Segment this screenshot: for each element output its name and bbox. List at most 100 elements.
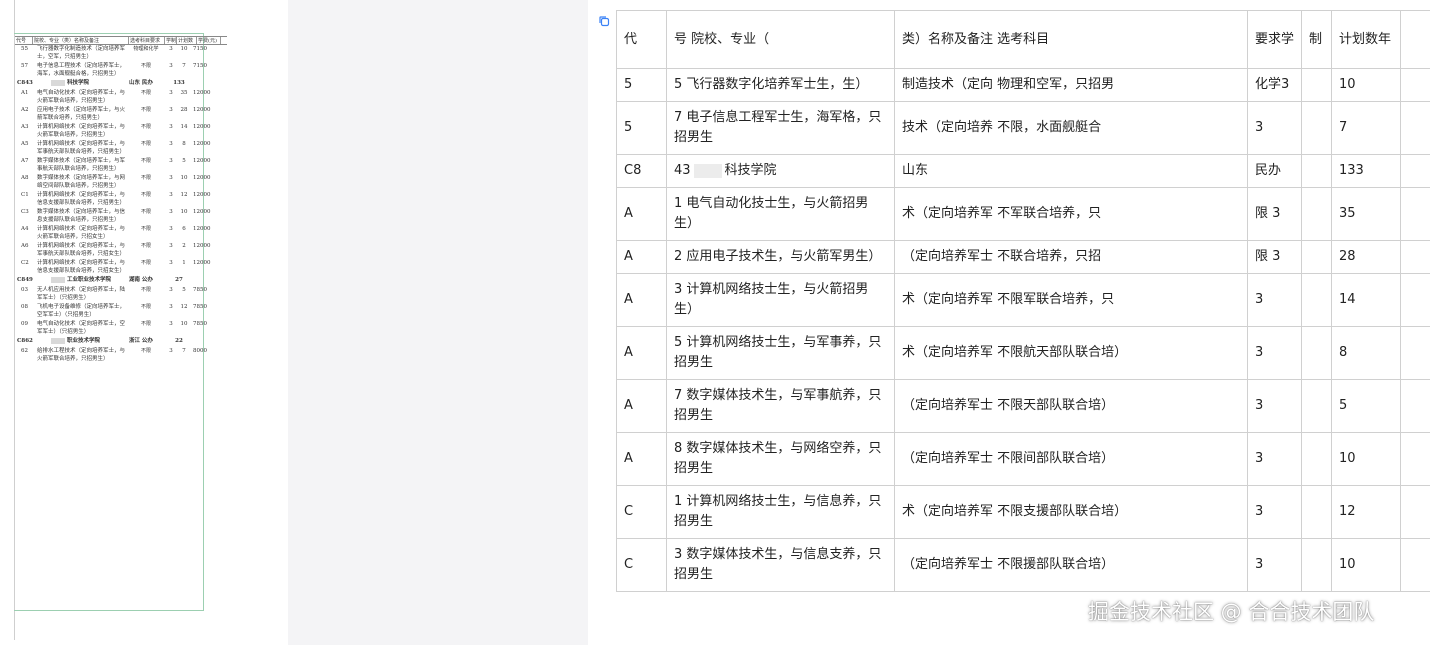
table-cell[interactable]: 10	[1331, 432, 1401, 486]
table-cell[interactable]: A	[616, 432, 667, 486]
table-cell[interactable]	[1301, 154, 1332, 188]
table-cell[interactable]: 28	[1331, 240, 1401, 274]
doc-cell-name: 电子信息工程技术（定向培养军士，海军，水面舰艇合格，只招男生）	[37, 63, 126, 77]
table-cell[interactable]: 限 3	[1247, 187, 1302, 241]
table-cell[interactable]: C	[616, 538, 667, 592]
table-cell[interactable]: 3	[1247, 432, 1302, 486]
table-cell[interactable]: 3	[1247, 273, 1302, 327]
table-cell[interactable]	[1400, 273, 1430, 327]
doc-major-row: 62 给排水工程技术（定向培养军士，与火箭军联合培养，只招男生） 不限 3 7 8000	[15, 347, 227, 363]
table-cell[interactable]: C8	[616, 154, 667, 188]
table-cell[interactable]: 10	[1331, 538, 1401, 592]
table-cell[interactable]	[1400, 68, 1430, 102]
table-cell[interactable]: 5 飞行器数字化培养军士生，生）	[666, 68, 895, 102]
table-cell[interactable]	[1301, 273, 1332, 327]
table-cell[interactable]	[1400, 154, 1430, 188]
table-cell[interactable]	[1400, 101, 1430, 155]
table-cell[interactable]: 3	[1247, 326, 1302, 380]
doc-header-name: 院校、专业（类）名称及备注	[33, 37, 129, 44]
table-cell[interactable]	[1301, 485, 1332, 539]
column-header: 制	[1301, 10, 1332, 69]
table-cell[interactable]: 3	[1247, 485, 1302, 539]
doc-cell-fee: 12000	[193, 107, 211, 113]
table-cell[interactable]: 3	[1247, 538, 1302, 592]
doc-cell-subject: 不限	[140, 90, 151, 96]
doc-cell-fee: 7850	[193, 304, 207, 310]
table-cell[interactable]: 133	[1331, 154, 1401, 188]
table-cell[interactable]	[1400, 240, 1430, 274]
table-cell[interactable]	[1400, 326, 1430, 380]
doc-cell-years: 3	[169, 260, 173, 266]
table-cell[interactable]: 3 数字媒体技术生，与信息支养，只招男生	[666, 538, 895, 592]
table-cell[interactable]: 5 计算机网络技士生，与军事养，只招男生	[666, 326, 895, 380]
table-cell[interactable]: A	[616, 273, 667, 327]
table-cell[interactable]	[1301, 240, 1332, 274]
doc-header-subject: 选考科目要求	[129, 37, 165, 44]
table-cell[interactable]: 14	[1331, 273, 1401, 327]
table-cell[interactable]: A	[616, 240, 667, 274]
table-cell[interactable]: 技术（定向培养 不限，水面舰艇合	[894, 101, 1248, 155]
table-cell[interactable]	[1301, 379, 1332, 433]
table-cell[interactable]	[1301, 101, 1332, 155]
table-cell[interactable]: （定向培养军士 不限援部队联合培）	[894, 538, 1248, 592]
table-cell[interactable]	[1301, 326, 1332, 380]
table-cell[interactable]: 12	[1331, 485, 1401, 539]
doc-cell-name: 应用电子技术（定向培养军士，与火箭军联合培养，只招男生）	[37, 107, 126, 121]
doc-cell-plan: 12	[180, 192, 188, 198]
doc-cell-name: 数字媒体技术（定向培养军士，与网络空间部队联合培养，只招男生）	[37, 175, 126, 189]
table-cell[interactable]	[1400, 432, 1430, 486]
table-cell[interactable]: 7 数字媒体技术生，与军事航养，只招男生	[666, 379, 895, 433]
table-cell[interactable]: 7	[1331, 101, 1401, 155]
doc-header-fee: 学费(元)	[197, 37, 221, 44]
doc-cell-years: 3	[169, 304, 173, 310]
table-cell[interactable]: （定向培养军士 不联合培养，只招	[894, 240, 1248, 274]
table-cell[interactable]: 制造技术（定向 物理和空军，只招男	[894, 68, 1248, 102]
table-cell[interactable]: 5	[616, 101, 667, 155]
table-cell[interactable]: 3	[1247, 379, 1302, 433]
table-cell[interactable]: 术（定向培养军 不限军联合培养，只	[894, 273, 1248, 327]
table-cell[interactable]: 10	[1331, 68, 1401, 102]
table-cell[interactable]	[1301, 538, 1332, 592]
table-cell[interactable]	[1400, 485, 1430, 539]
table-cell[interactable]: A	[616, 326, 667, 380]
table-cell[interactable]	[1400, 379, 1430, 433]
doc-major-row: 55 飞行器数字化制造技术（定向培养军士，空军，只招男生） 物理和化学 3 10 7150	[15, 45, 227, 61]
table-cell[interactable]: 3	[1247, 101, 1302, 155]
table-cell[interactable]	[1400, 187, 1430, 241]
doc-cell-subject: 不限	[140, 175, 151, 181]
copy-icon[interactable]	[598, 12, 610, 27]
table-cell[interactable]: 术（定向培养军 不军联合培养，只	[894, 187, 1248, 241]
table-cell[interactable]	[1301, 187, 1332, 241]
table-cell[interactable]: 43 科技学院	[666, 154, 895, 188]
table-cell[interactable]: 7 电子信息工程军士生，海军格，只招男生	[666, 101, 895, 155]
table-cell[interactable]: 限 3	[1247, 240, 1302, 274]
table-cell[interactable]: 8	[1331, 326, 1401, 380]
doc-cell-name: 电气自动化技术（定向培养军士，空军军士）（只招男生）	[37, 321, 126, 335]
doc-cell-years: 3	[169, 158, 173, 164]
table-cell[interactable]: 术（定向培养军 不限航天部队联合培）	[894, 326, 1248, 380]
table-cell[interactable]: 化学3	[1247, 68, 1302, 102]
doc-cell-fee: 7150	[193, 63, 207, 69]
table-cell[interactable]	[1400, 538, 1430, 592]
table-cell[interactable]: 术（定向培养军 不限支援部队联合培）	[894, 485, 1248, 539]
table-cell[interactable]: A	[616, 187, 667, 241]
table-cell[interactable]: 2 应用电子技术生，与火箭军男生）	[666, 240, 895, 274]
table-cell[interactable]: 1 计算机网络技士生，与信息养，只招男生	[666, 485, 895, 539]
doc-cell-code: A4	[21, 226, 29, 232]
table-cell[interactable]: （定向培养军士 不限间部队联合培）	[894, 432, 1248, 486]
column-header: 计划数年	[1331, 10, 1401, 69]
table-cell[interactable]: C	[616, 485, 667, 539]
table-cell[interactable]: （定向培养军士 不限天部队联合培）	[894, 379, 1248, 433]
table-cell[interactable]: 山东	[894, 154, 1248, 188]
table-cell[interactable]	[1301, 68, 1332, 102]
table-cell[interactable]: 5	[1331, 379, 1401, 433]
doc-cell-code: A2	[21, 107, 29, 113]
table-cell[interactable]: 35	[1331, 187, 1401, 241]
table-cell[interactable]: 3 计算机网络技士生，与火箭招男生）	[666, 273, 895, 327]
table-cell[interactable]	[1301, 432, 1332, 486]
table-cell[interactable]: 5	[616, 68, 667, 102]
table-cell[interactable]: 民办	[1247, 154, 1302, 188]
table-cell[interactable]: 1 电气自动化技士生，与火箭招男生）	[666, 187, 895, 241]
table-cell[interactable]: A	[616, 379, 667, 433]
table-cell[interactable]: 8 数字媒体技术生，与网络空养，只招男生	[666, 432, 895, 486]
